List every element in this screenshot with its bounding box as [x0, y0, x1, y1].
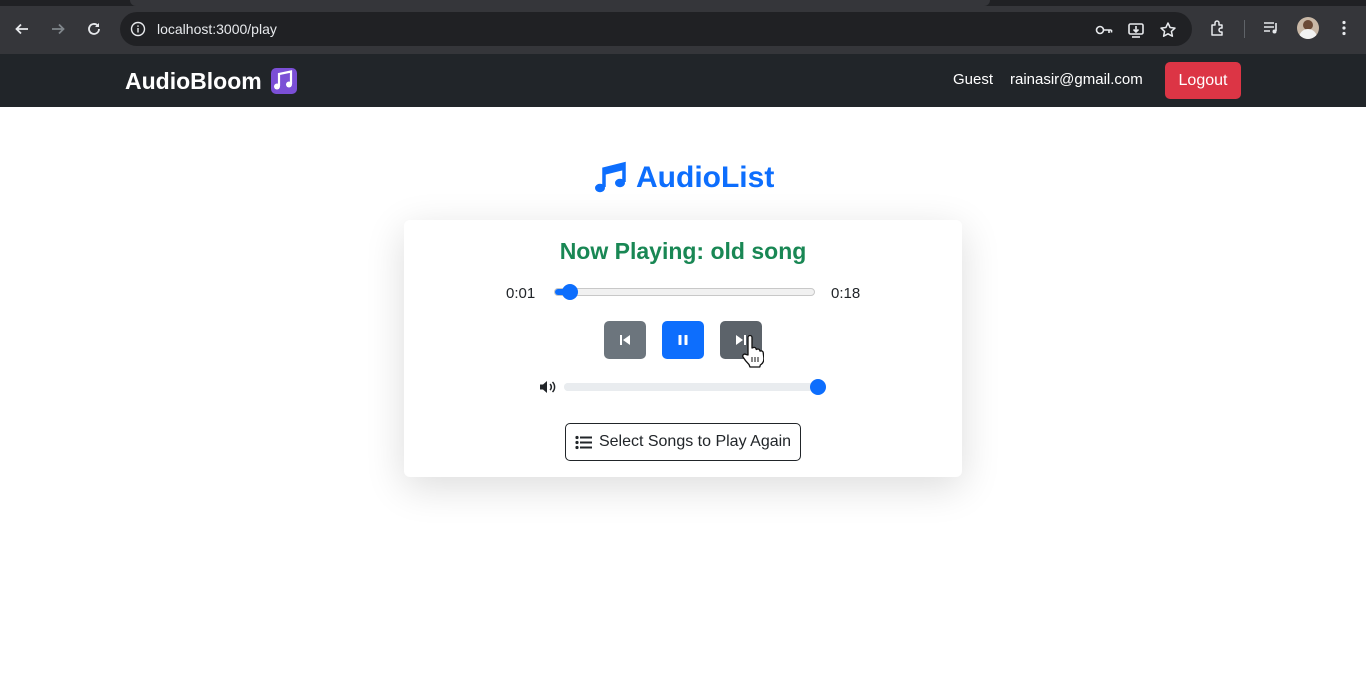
- player-card: Now Playing: old song 0:01 0:18 Select S…: [404, 220, 962, 477]
- seek-handle[interactable]: [561, 284, 578, 300]
- tab-strip: [0, 0, 1366, 6]
- user-email: rainasir@gmail.com: [1010, 71, 1143, 88]
- music-note-icon: [595, 161, 626, 193]
- password-key-icon[interactable]: [1095, 21, 1113, 39]
- site-info-icon[interactable]: [130, 21, 146, 37]
- pause-icon: [678, 335, 688, 345]
- avatar-body: [1299, 29, 1317, 39]
- now-playing-title: Now Playing: old song: [559, 238, 807, 264]
- active-tab[interactable]: [130, 0, 990, 6]
- music-notes-icon: [271, 68, 297, 94]
- toolbar-divider: [1244, 20, 1245, 38]
- back-icon[interactable]: [11, 18, 33, 40]
- seek-bar[interactable]: [554, 288, 815, 296]
- media-control-icon[interactable]: [1262, 19, 1280, 37]
- page-title-text: AudioList: [636, 161, 775, 194]
- volume-slider[interactable]: [564, 383, 826, 391]
- brand-name[interactable]: AudioBloom: [125, 68, 262, 95]
- forward-icon[interactable]: [47, 18, 69, 40]
- logout-button[interactable]: Logout: [1165, 62, 1241, 99]
- select-songs-label: Select Songs to Play Again: [598, 433, 792, 450]
- hand-pointer-cursor: [742, 334, 764, 368]
- current-time: 0:01: [506, 285, 536, 302]
- page-title: AudioList: [592, 158, 774, 198]
- bookmark-star-icon[interactable]: [1159, 21, 1177, 39]
- reload-icon[interactable]: [83, 18, 105, 40]
- user-role-label: Guest: [953, 71, 994, 88]
- list-icon: [575, 435, 592, 449]
- url-text[interactable]: localhost:3000/play: [157, 21, 277, 37]
- app-navbar: AudioBloom Guest rainasir@gmail.com: [0, 54, 1366, 107]
- previous-button[interactable]: [604, 321, 646, 359]
- extensions-icon[interactable]: [1209, 19, 1227, 37]
- skip-previous-icon: [620, 335, 630, 345]
- address-bar[interactable]: localhost:3000/play: [120, 12, 1192, 46]
- volume-icon[interactable]: [539, 379, 557, 395]
- pause-button[interactable]: [662, 321, 704, 359]
- browser-toolbar: localhost:3000/play: [0, 0, 1366, 54]
- volume-level: [564, 383, 810, 391]
- select-songs-button[interactable]: Select Songs to Play Again: [565, 423, 801, 461]
- total-time: 0:18: [831, 285, 861, 302]
- profile-avatar[interactable]: [1297, 17, 1319, 39]
- install-app-icon[interactable]: [1127, 21, 1145, 39]
- browser-menu-icon[interactable]: [1335, 19, 1353, 37]
- volume-handle[interactable]: [810, 379, 826, 395]
